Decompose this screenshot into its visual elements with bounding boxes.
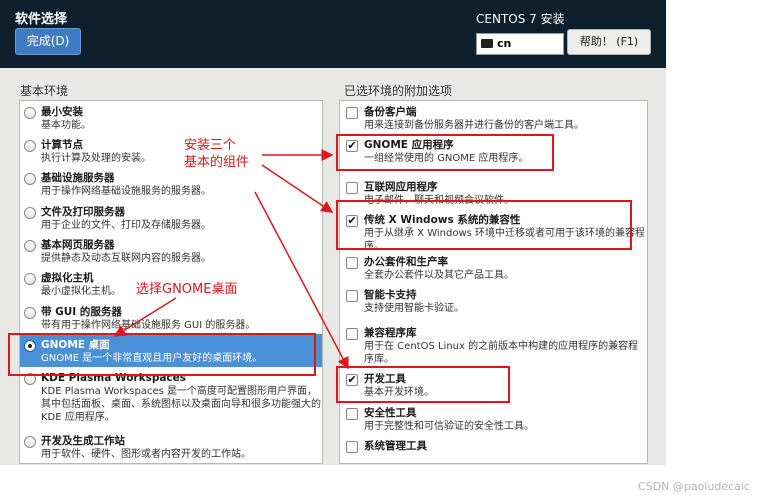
environment-name: 计算节点 [41, 139, 83, 151]
radio-button[interactable] [24, 436, 36, 448]
base-environment-title: 基本环境 [20, 84, 69, 98]
environment-option[interactable]: 带 GUI 的服务器带有用于操作网络基础设施服务 GUI 的服务器。 [20, 301, 322, 334]
addon-name: 系统管理工具 [364, 440, 427, 452]
radio-button[interactable] [24, 140, 36, 152]
environment-option[interactable]: KDE Plasma Workspaces KDE Plasma Workspac… [20, 367, 322, 430]
addon-name: 互联网应用程序 [364, 181, 438, 193]
environment-name: 文件及打印服务器 [41, 206, 125, 218]
annotation-gnome: 选择GNOME桌面 [136, 282, 238, 297]
checkbox[interactable] [346, 257, 358, 269]
checkbox[interactable] [346, 290, 358, 302]
environment-name: 基础设施服务器 [41, 172, 115, 184]
addon-name: 备份客户端 [364, 106, 417, 118]
environment-option[interactable]: 最小安装 基本功能。 [20, 101, 322, 134]
addon-name: 办公套件和生产率 [364, 256, 448, 268]
addon-name: 智能卡支持 [364, 289, 417, 301]
annotation-components: 安装三个 基本的组件 [184, 138, 250, 170]
environment-name: 最小安装 [41, 106, 83, 118]
environment-description: KDE Plasma Workspaces 是一个高度可配置图形用户界面，其中包… [41, 386, 321, 423]
keyboard-layout-indicator[interactable]: cn [476, 33, 564, 55]
environment-option[interactable]: 基础设施服务器用于操作网络基础设施服务的服务器。 [20, 167, 322, 201]
radio-button[interactable] [24, 107, 36, 119]
addon-name: 安全性工具 [364, 407, 417, 419]
addon-description: 支持使用智能卡验证。 [364, 303, 464, 314]
checkbox[interactable] [346, 107, 358, 119]
environment-option[interactable]: 文件及打印服务器用于企业的文件、打印及存储服务器。 [20, 201, 322, 234]
addon-name: 兼容程序库 [364, 327, 417, 339]
environment-name: 开发及生成工作站 [41, 435, 125, 447]
checkbox[interactable] [346, 441, 358, 453]
gnome-highlight-box [8, 333, 316, 376]
environment-description: 带有用于操作网络基础设施服务 GUI 的服务器。 [41, 320, 256, 331]
environment-option[interactable]: 基本网页服务器提供静态及动态互联网内容的服务器。 [20, 234, 322, 267]
environment-description: 提供静态及动态互联网内容的服务器。 [41, 253, 211, 264]
environment-option[interactable]: 开发及生成工作站用于软件、硬件、图形或者内容开发的工作站。 [20, 430, 322, 463]
radio-button[interactable] [24, 173, 36, 185]
keyboard-icon [481, 39, 493, 48]
checkbox[interactable] [346, 408, 358, 420]
environment-description: 用于软件、硬件、图形或者内容开发的工作站。 [41, 449, 251, 460]
addons-title: 已选环境的附加选项 [344, 84, 453, 98]
x-windows-highlight-box [336, 200, 632, 250]
watermark: CSDN @paoludecaic [638, 480, 750, 493]
addon-option[interactable]: 兼容程序库用于在 CentOS Linux 的之前版本中构建的应用程序的兼容程序… [340, 322, 647, 366]
header-bar: 软件选择 完成(D) CENTOS 7 安装 cn 帮助！ (F1) [0, 0, 666, 68]
environment-name: 带 GUI 的服务器 [41, 306, 122, 318]
environment-description: 执行计算及处理的安装。 [41, 153, 151, 164]
environment-name: 基本网页服务器 [41, 239, 115, 251]
page-title: 软件选择 [15, 12, 68, 27]
addon-description: 用于在 CentOS Linux 的之前版本中构建的应用程序的兼容程序库。 [364, 341, 639, 365]
checkbox[interactable] [346, 182, 358, 194]
environment-description: 用于操作网络基础设施服务的服务器。 [41, 186, 211, 197]
radio-button[interactable] [24, 307, 36, 319]
environment-option[interactable]: 计算节点执行计算及处理的安装。 [20, 134, 322, 167]
addon-option[interactable]: 办公套件和生产率全套办公套件以及其它产品工具。 [340, 251, 647, 284]
keyboard-layout-label: cn [497, 37, 512, 50]
checkbox[interactable] [346, 328, 358, 340]
done-button[interactable]: 完成(D) [15, 28, 81, 55]
radio-button[interactable] [24, 207, 36, 219]
addon-description: 全套办公套件以及其它产品工具。 [364, 270, 514, 281]
radio-button[interactable] [24, 273, 36, 285]
addon-option[interactable]: 智能卡支持支持使用智能卡验证。 [340, 284, 647, 318]
addon-description: 用于完整性和可信验证的安全性工具。 [364, 421, 534, 432]
product-title: CENTOS 7 安装 [476, 12, 565, 26]
dev-tools-highlight-box [336, 366, 510, 403]
environment-description: 基本功能。 [41, 120, 91, 131]
addon-option[interactable]: 备份客户端用来连接到备份服务器并进行备份的客户端工具。 [340, 101, 647, 134]
addon-description: 用来连接到备份服务器并进行备份的客户端工具。 [364, 120, 584, 131]
environment-description: 用于企业的文件、打印及存储服务器。 [41, 220, 211, 231]
gnome-apps-highlight-box [336, 134, 554, 171]
addon-option[interactable]: 安全性工具用于完整性和可信验证的安全性工具。 [340, 402, 647, 435]
help-button[interactable]: 帮助！ (F1) [567, 29, 651, 55]
addon-option[interactable]: 系统管理工具 [340, 435, 647, 463]
radio-button[interactable] [24, 240, 36, 252]
